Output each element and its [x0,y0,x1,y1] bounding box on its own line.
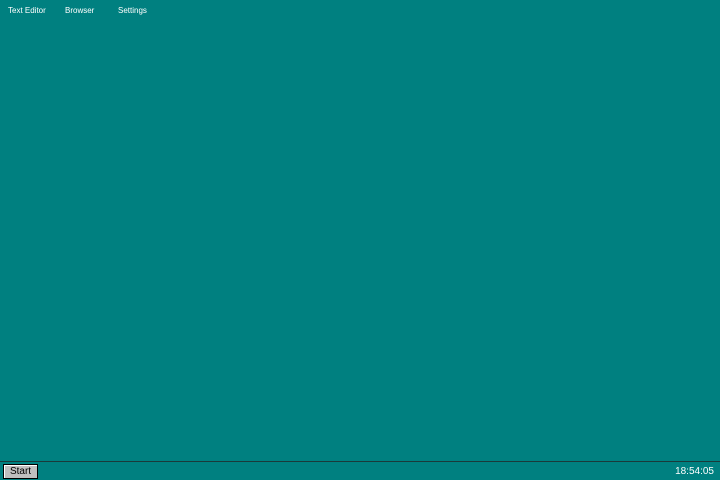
desktop-icon-label: Browser [65,6,95,15]
desktop-icon-text-editor[interactable]: Text Editor [8,4,46,18]
desktop-icon-label: Text Editor [8,6,46,15]
taskbar: Start 18:54:05 [0,461,720,480]
desktop[interactable]: Text Editor Browser Settings [0,0,720,461]
taskbar-clock: 18:54:05 [675,466,714,477]
desktop-icon-label: Settings [118,6,147,15]
desktop-icon-browser[interactable]: Browser [65,4,94,18]
start-button[interactable]: Start [3,464,38,479]
desktop-icons: Text Editor Browser Settings [0,0,200,24]
desktop-icon-settings[interactable]: Settings [118,4,147,18]
